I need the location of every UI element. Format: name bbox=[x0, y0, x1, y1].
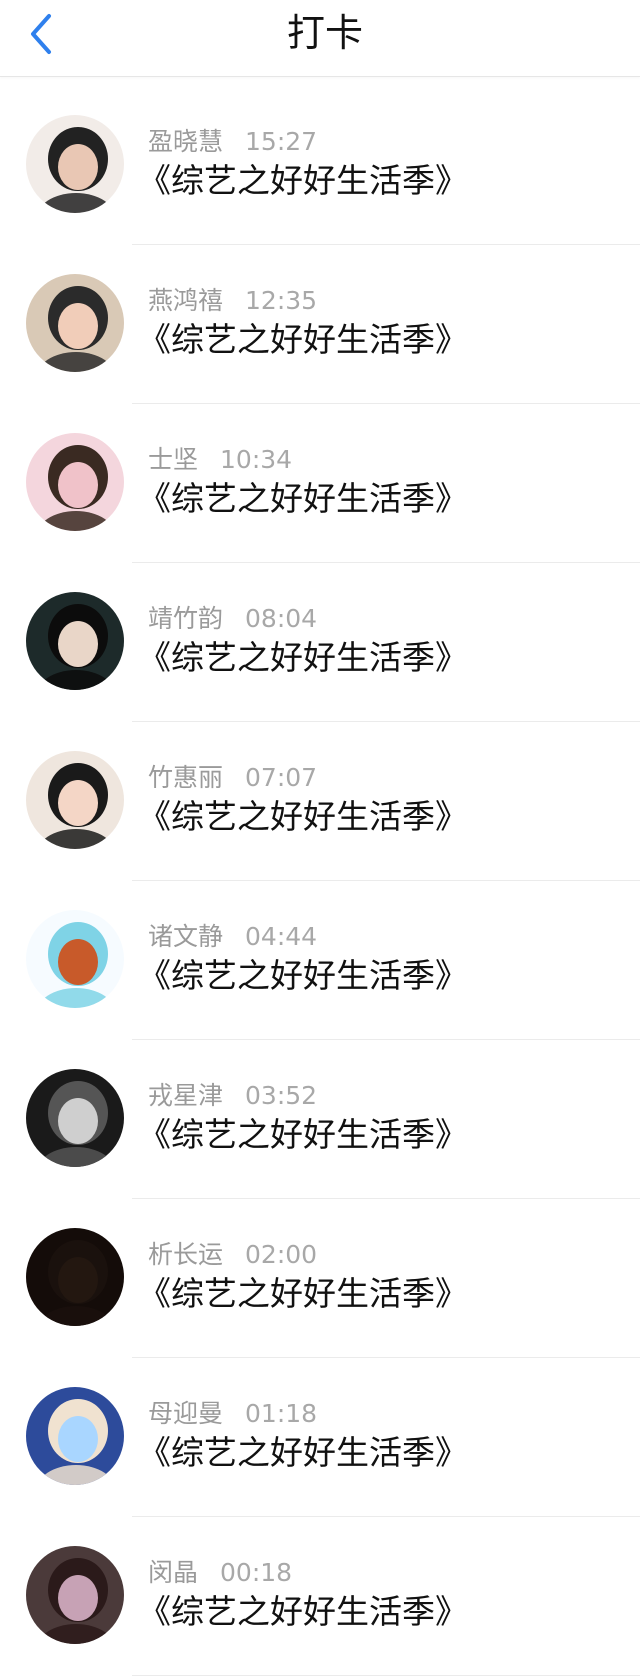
entry-meta: 戎星津 03:52 bbox=[148, 1076, 317, 1112]
user-name: 竹惠丽 bbox=[148, 763, 224, 792]
list-item[interactable]: 靖竹韵 08:04 《综艺之好好生活季》 bbox=[0, 563, 640, 722]
avatar[interactable] bbox=[26, 274, 124, 372]
avatar-image bbox=[26, 433, 124, 531]
book-title: 《综艺之好好生活季》 bbox=[138, 479, 468, 518]
user-name: 士坚 bbox=[148, 445, 199, 474]
book-title: 《综艺之好好生活季》 bbox=[138, 1274, 468, 1313]
checkin-time: 00:18 bbox=[220, 1558, 293, 1587]
entry-meta: 靖竹韵 08:04 bbox=[148, 599, 317, 635]
list-item[interactable]: 母迎曼 01:18 《综艺之好好生活季》 bbox=[0, 1358, 640, 1517]
list-item[interactable]: 燕鸿禧 12:35 《综艺之好好生活季》 bbox=[0, 245, 640, 404]
book-title: 《综艺之好好生活季》 bbox=[138, 1115, 468, 1154]
checkin-time: 07:07 bbox=[245, 763, 318, 792]
user-name: 戎星津 bbox=[148, 1081, 224, 1110]
checkin-time: 08:04 bbox=[245, 604, 318, 633]
avatar[interactable] bbox=[26, 1546, 124, 1644]
list-item[interactable]: 闵晶 00:18 《综艺之好好生活季》 bbox=[0, 1517, 640, 1676]
avatar-image bbox=[26, 1546, 124, 1644]
entry-meta: 燕鸿禧 12:35 bbox=[148, 281, 317, 317]
book-title: 《综艺之好好生活季》 bbox=[138, 797, 468, 836]
avatar-image bbox=[26, 115, 124, 213]
navigation-bar: 打卡 bbox=[0, 0, 640, 77]
list-item[interactable]: 析长运 02:00 《综艺之好好生活季》 bbox=[0, 1199, 640, 1358]
avatar[interactable] bbox=[26, 433, 124, 531]
entry-meta: 析长运 02:00 bbox=[148, 1235, 317, 1271]
avatar[interactable] bbox=[26, 592, 124, 690]
checkin-time: 01:18 bbox=[245, 1399, 318, 1428]
entry-meta: 诸文静 04:44 bbox=[148, 917, 317, 953]
list-item[interactable]: 盈晓慧 15:27 《综艺之好好生活季》 bbox=[0, 86, 640, 245]
list-item[interactable]: 戎星津 03:52 《综艺之好好生活季》 bbox=[0, 1040, 640, 1199]
avatar-image bbox=[26, 592, 124, 690]
avatar-image bbox=[26, 1387, 124, 1485]
book-title: 《综艺之好好生活季》 bbox=[138, 638, 468, 677]
avatar[interactable] bbox=[26, 1387, 124, 1485]
checkin-time: 15:27 bbox=[245, 127, 318, 156]
checkin-time: 12:35 bbox=[245, 286, 318, 315]
book-title: 《综艺之好好生活季》 bbox=[138, 161, 468, 200]
book-title: 《综艺之好好生活季》 bbox=[138, 320, 468, 359]
book-title: 《综艺之好好生活季》 bbox=[138, 1592, 468, 1631]
avatar[interactable] bbox=[26, 751, 124, 849]
avatar[interactable] bbox=[26, 1069, 124, 1167]
user-name: 盈晓慧 bbox=[148, 127, 224, 156]
avatar-image bbox=[26, 1228, 124, 1326]
avatar[interactable] bbox=[26, 1228, 124, 1326]
user-name: 析长运 bbox=[148, 1240, 224, 1269]
user-name: 母迎曼 bbox=[148, 1399, 224, 1428]
list-item[interactable]: 竹惠丽 07:07 《综艺之好好生活季》 bbox=[0, 722, 640, 881]
book-title: 《综艺之好好生活季》 bbox=[138, 1433, 468, 1472]
entry-meta: 闵晶 00:18 bbox=[148, 1553, 292, 1589]
checkin-time: 03:52 bbox=[245, 1081, 318, 1110]
page-title: 打卡 bbox=[286, 11, 363, 55]
checkin-time: 10:34 bbox=[220, 445, 293, 474]
list-item[interactable]: 诸文静 04:44 《综艺之好好生活季》 bbox=[0, 881, 640, 1040]
user-name: 靖竹韵 bbox=[148, 604, 224, 633]
entry-meta: 盈晓慧 15:27 bbox=[148, 122, 317, 158]
book-title: 《综艺之好好生活季》 bbox=[138, 956, 468, 995]
avatar[interactable] bbox=[26, 115, 124, 213]
list-item[interactable]: 士坚 10:34 《综艺之好好生活季》 bbox=[0, 404, 640, 563]
checkin-time: 02:00 bbox=[245, 1240, 318, 1269]
avatar[interactable] bbox=[26, 910, 124, 1008]
checkin-list: 盈晓慧 15:27 《综艺之好好生活季》 燕鸿禧 12:35 《综艺之好好生活季》 士坚 10… bbox=[0, 86, 640, 1676]
avatar-image bbox=[26, 751, 124, 849]
entry-meta: 士坚 10:34 bbox=[148, 440, 292, 476]
checkin-time: 04:44 bbox=[245, 922, 318, 951]
user-name: 燕鸿禧 bbox=[148, 286, 224, 315]
avatar-image bbox=[26, 910, 124, 1008]
user-name: 诸文静 bbox=[148, 922, 224, 951]
avatar-image bbox=[26, 1069, 124, 1167]
entry-meta: 母迎曼 01:18 bbox=[148, 1394, 317, 1430]
entry-meta: 竹惠丽 07:07 bbox=[148, 758, 317, 794]
avatar-image bbox=[26, 274, 124, 372]
user-name: 闵晶 bbox=[148, 1558, 199, 1587]
